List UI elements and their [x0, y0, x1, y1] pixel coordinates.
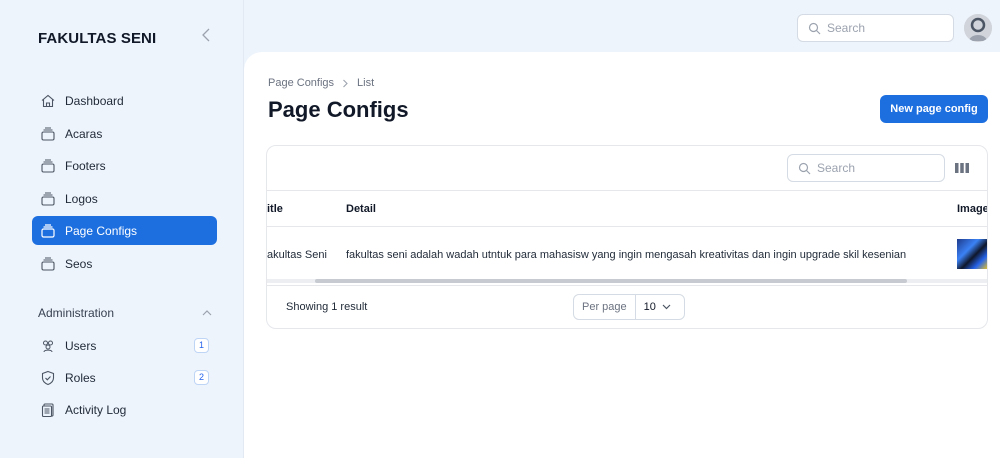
cell-image-thumbnail [957, 239, 987, 269]
brand-title: FAKULTAS SENI [38, 30, 157, 47]
table-search-input[interactable]: Search [787, 154, 945, 182]
sidebar-item-page-configs[interactable]: Page Configs [32, 216, 217, 245]
chevron-down-icon [662, 304, 671, 310]
user-avatar-icon [964, 14, 992, 42]
sidebar-item-dashboard[interactable]: Dashboard [32, 86, 217, 115]
sidebar-item-activity-log[interactable]: Activity Log [32, 395, 217, 424]
table-card: Search itle Detail Image akultas Seni fa… [266, 145, 988, 329]
search-icon [808, 22, 821, 35]
search-icon [798, 162, 811, 175]
sidebar: FAKULTAS SENI Dashboard Acaras Footers L… [0, 0, 244, 458]
search-placeholder: Search [827, 21, 866, 35]
shield-check-icon [40, 370, 56, 386]
sidebar-item-acaras[interactable]: Acaras [32, 119, 217, 148]
rectangle-stack-icon [40, 256, 56, 272]
count-badge: 1 [194, 338, 209, 353]
sidebar-item-label: Users [65, 338, 97, 353]
sidebar-item-label: Activity Log [65, 402, 127, 417]
sidebar-item-label: Page Configs [65, 223, 138, 238]
collapse-sidebar-button[interactable] [198, 27, 214, 49]
sidebar-item-label: Roles [65, 370, 96, 385]
table-row[interactable]: akultas Seni fakultas seni adalah wadah … [267, 227, 987, 279]
column-header-title[interactable]: itle [267, 191, 283, 227]
column-header-image[interactable]: Image [957, 191, 987, 227]
sidebar-item-label: Logos [65, 191, 98, 206]
cell-detail: fakultas seni adalah wadah utntuk para m… [346, 249, 907, 261]
sidebar-item-roles[interactable]: Roles 2 [32, 363, 217, 392]
sidebar-group-administration[interactable]: Administration [38, 304, 212, 322]
chevron-left-icon [202, 28, 210, 42]
global-search-input[interactable]: Search [797, 14, 954, 42]
sidebar-item-label: Dashboard [65, 93, 124, 108]
sidebar-item-label: Seos [65, 256, 93, 271]
sidebar-group-label: Administration [38, 306, 115, 320]
rectangle-stack-icon [40, 158, 56, 174]
count-badge: 2 [194, 370, 209, 385]
horizontal-scrollbar[interactable] [315, 279, 907, 283]
per-page-value: 10 [643, 301, 656, 313]
per-page-label: Per page [574, 295, 636, 319]
users-icon [40, 338, 56, 354]
column-header-detail[interactable]: Detail [346, 191, 376, 227]
cell-title: akultas Seni [267, 249, 327, 261]
table-footer: Showing 1 result Per page 10 [267, 285, 987, 328]
page-title: Page Configs [268, 97, 409, 122]
new-page-config-button[interactable]: New page config [880, 95, 988, 123]
rectangle-stack-icon [40, 126, 56, 142]
sidebar-item-label: Acaras [65, 126, 103, 141]
breadcrumb-item-current: List [357, 77, 375, 89]
user-avatar[interactable] [964, 14, 992, 42]
sidebar-item-label: Footers [65, 158, 106, 173]
result-count: Showing 1 result [286, 301, 368, 313]
clipboard-document-icon [40, 402, 56, 418]
rectangle-stack-icon [40, 191, 56, 207]
per-page-select[interactable]: Per page 10 [573, 294, 685, 320]
chevron-up-icon [202, 310, 212, 316]
breadcrumb-item[interactable]: Page Configs [268, 77, 334, 89]
home-icon [40, 93, 56, 109]
rectangle-stack-icon [40, 223, 56, 239]
sidebar-item-users[interactable]: Users 1 [32, 331, 217, 360]
main-content: Page Configs List Page Configs New page … [244, 52, 1000, 458]
view-columns-icon [955, 163, 969, 173]
search-placeholder: Search [817, 161, 856, 175]
chevron-right-icon [343, 79, 348, 87]
table-header: itle Detail Image [267, 190, 987, 227]
sidebar-item-footers[interactable]: Footers [32, 151, 217, 180]
sidebar-item-logos[interactable]: Logos [32, 184, 217, 213]
breadcrumb: Page Configs List [268, 77, 374, 89]
toggle-columns-button[interactable] [953, 159, 971, 177]
per-page-value-control[interactable]: 10 [636, 301, 679, 313]
sidebar-item-seos[interactable]: Seos [32, 249, 217, 278]
